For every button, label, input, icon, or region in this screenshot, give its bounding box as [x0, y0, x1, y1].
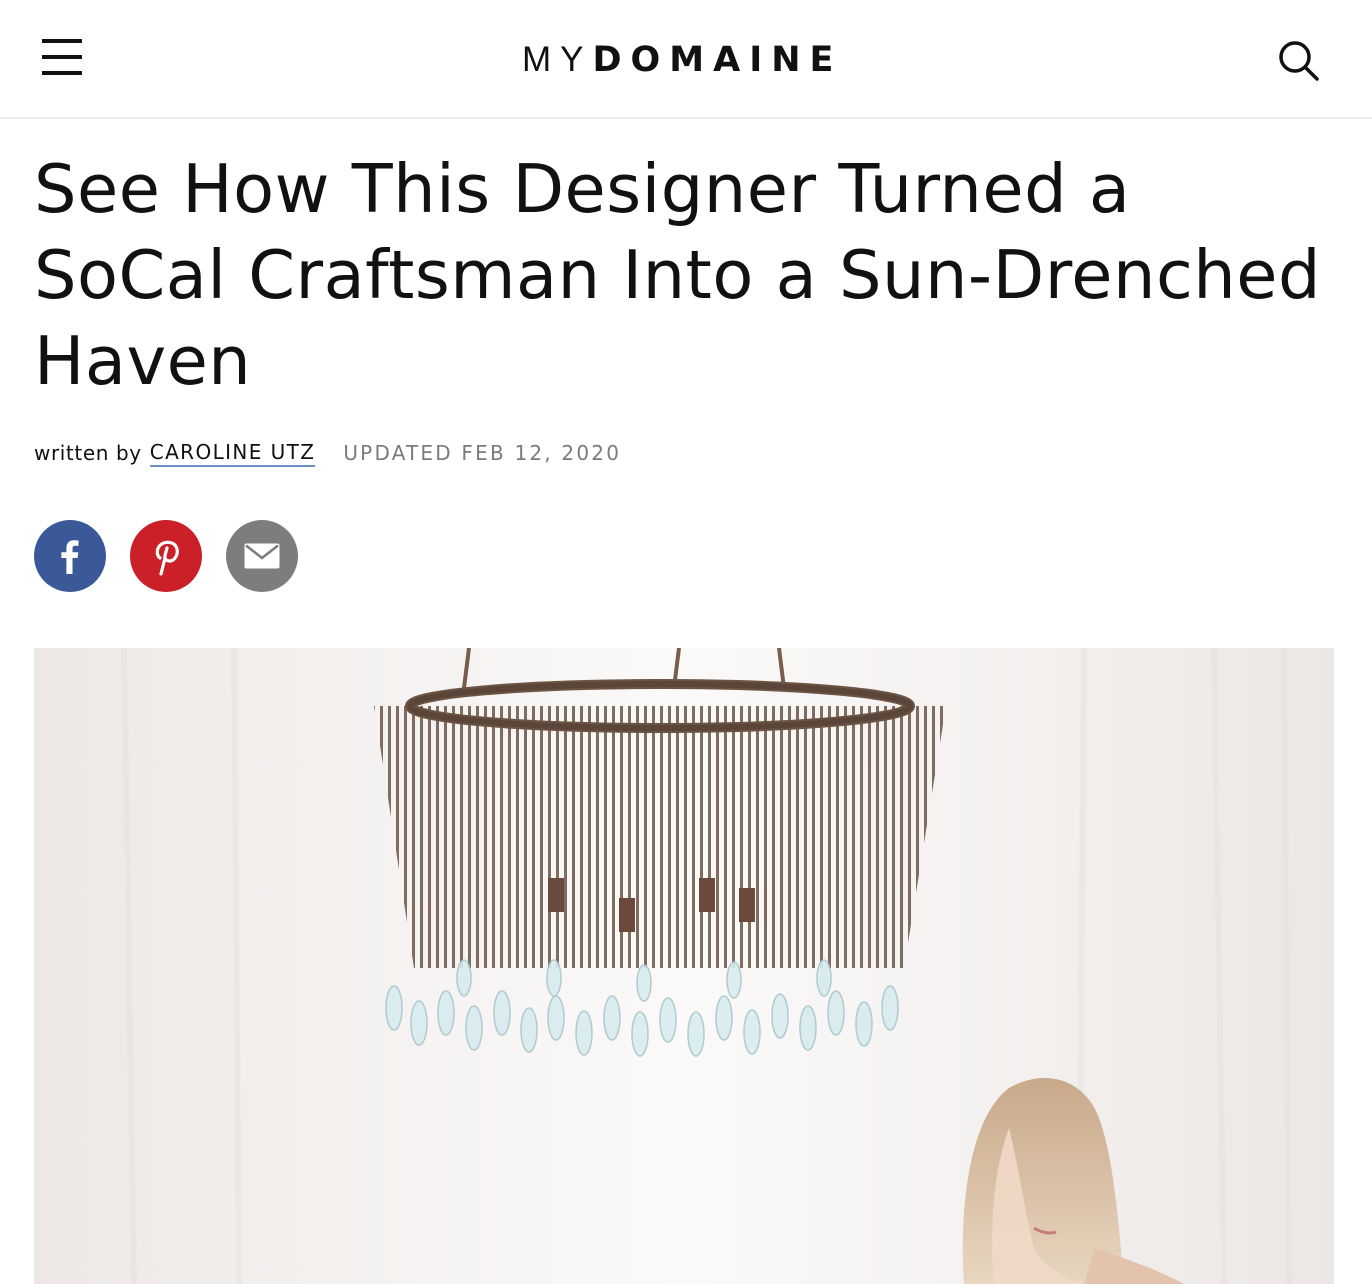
logo-my: MY — [522, 40, 593, 79]
logo-domaine: DOMAINE — [592, 40, 843, 80]
site-logo[interactable]: MY DOMAINE — [522, 40, 852, 80]
menu-line — [42, 55, 82, 59]
article-title: See How This Designer Turned a SoCal Cra… — [34, 150, 1321, 400]
hamburger-menu-icon[interactable] — [40, 39, 84, 79]
pinterest-share-button[interactable] — [130, 520, 202, 592]
updated-date: UPDATED FEB 12, 2020 — [343, 441, 622, 465]
facebook-share-button[interactable] — [34, 520, 106, 592]
pinterest-icon — [155, 540, 179, 576]
article-byline: written by CAROLINE UTZ UPDATED FEB 12, … — [34, 438, 621, 468]
email-icon — [244, 543, 280, 569]
hero-image — [34, 648, 1334, 1284]
menu-line — [42, 71, 82, 75]
written-by-label: written by — [34, 441, 142, 465]
site-header: MY DOMAINE — [0, 0, 1372, 119]
facebook-icon — [61, 540, 79, 574]
email-share-button[interactable] — [226, 520, 298, 592]
chandelier-photo — [34, 648, 1334, 1284]
search-icon[interactable] — [1276, 38, 1322, 84]
menu-line — [42, 39, 82, 43]
author-link[interactable]: CAROLINE UTZ — [149, 440, 316, 467]
